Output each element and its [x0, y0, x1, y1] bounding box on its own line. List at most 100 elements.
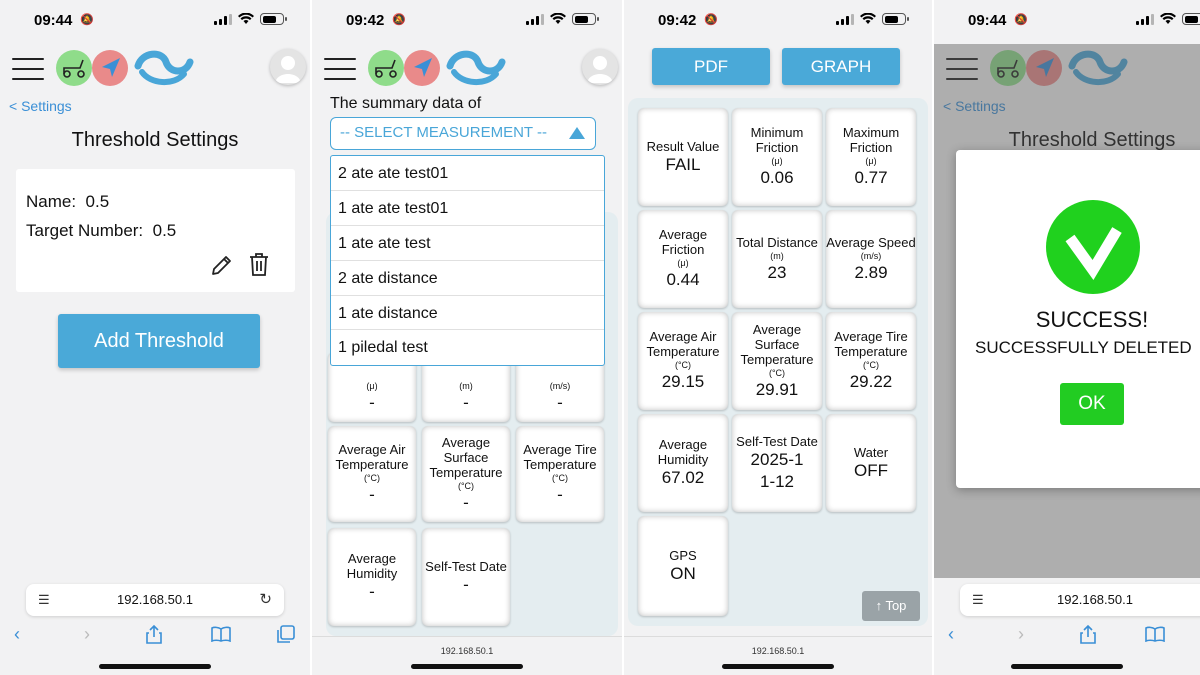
ok-button[interactable]: OK: [1060, 383, 1124, 425]
menu-icon[interactable]: [12, 58, 44, 80]
dropdown-option[interactable]: 1 piledal test: [331, 330, 604, 365]
battery-icon: [1182, 13, 1200, 25]
settings-back-link[interactable]: < Settings: [9, 98, 72, 114]
tile-avg-tire-temp: Average Tire Temperature (°C) 29.22: [826, 312, 916, 410]
tile-value: -: [463, 492, 469, 512]
tile-label: Average Surface Temperature: [429, 434, 503, 480]
pdf-button[interactable]: PDF: [652, 48, 770, 85]
tile-value: 0.44: [666, 270, 700, 289]
tile-unit: (μ): [677, 258, 689, 268]
success-dialog: SUCCESS! SUCCESSFULLY DELETED OK: [956, 150, 1200, 488]
menu-icon[interactable]: [324, 58, 356, 80]
avatar[interactable]: [582, 49, 618, 85]
tile-min-friction: Minimum Friction (μ) 0.06: [732, 108, 822, 206]
dropdown-option[interactable]: 2 ate distance: [331, 261, 604, 296]
tile-unit: (μ): [366, 381, 378, 391]
navigation-logo-icon: [92, 50, 128, 86]
tile-unit: (°C): [768, 367, 786, 378]
tile-label: GPS: [669, 547, 697, 563]
tile-value: 67.02: [661, 468, 705, 487]
graph-button[interactable]: GRAPH: [782, 48, 900, 85]
wave-logo-icon: [446, 50, 506, 85]
url-text[interactable]: 192.168.50.1: [312, 646, 622, 656]
page-title: Threshold Settings: [71, 129, 239, 151]
tile-unit: (°C): [457, 480, 475, 491]
status-bar: 09:44 🔕: [934, 0, 1200, 40]
wifi-icon: [860, 13, 876, 24]
share-icon[interactable]: [1080, 624, 1096, 644]
add-threshold-button[interactable]: Add Threshold: [58, 314, 260, 368]
threshold-target-row: Target Number: 0.5: [26, 221, 176, 241]
url-bar[interactable]: ☰ 192.168.50.1: [960, 584, 1200, 616]
battery-icon: [572, 13, 599, 25]
tile-label: Average Tire Temperature: [834, 329, 908, 359]
tile-label: Result Value: [646, 138, 720, 154]
dialog-heading: SUCCESS!: [1035, 307, 1149, 332]
share-icon[interactable]: [146, 624, 162, 644]
status-bar: 09:42 🔕: [312, 0, 622, 40]
tile-value: 29.22: [849, 372, 893, 391]
name-value: 0.5: [85, 192, 110, 211]
status-time: 09:44: [968, 12, 1007, 29]
tile-value: -: [557, 485, 563, 504]
select-arrow-icon[interactable]: [569, 127, 585, 139]
tile-gps: GPS ON: [638, 516, 728, 616]
url-bar[interactable]: ☰ 192.168.50.1 ↻: [26, 584, 284, 616]
bookmarks-icon[interactable]: [211, 626, 231, 642]
scooter-logo-icon: [56, 50, 92, 86]
threshold-card: Name: 0.5 Target Number: 0.5: [16, 169, 295, 292]
browser-toolbar: ‹ ›: [0, 618, 310, 652]
edit-pencil-icon[interactable]: [210, 253, 234, 277]
forward-arrow-icon[interactable]: ›: [84, 624, 90, 645]
tile-self-test-date: Self-Test Date 2025-11-12: [732, 414, 822, 512]
tile-value: -: [463, 393, 469, 412]
tabs-icon[interactable]: [277, 625, 295, 643]
tile-max-friction: Maximum Friction (μ) 0.77: [826, 108, 916, 206]
tile-unit: (m/s): [860, 250, 882, 261]
signal-icon: [214, 13, 232, 25]
back-arrow-icon[interactable]: ‹: [948, 624, 954, 645]
tile-avg-humidity: Average Humidity 67.02: [638, 414, 728, 512]
dropdown-option[interactable]: 1 ate ate test: [331, 226, 604, 261]
home-indicator: [99, 664, 211, 669]
tile-avg-air-temp: Average Air Temperature (°C) 29.15: [638, 312, 728, 410]
back-arrow-icon[interactable]: ‹: [14, 624, 20, 645]
bookmarks-icon[interactable]: [1145, 626, 1165, 642]
tile-value: ON: [670, 563, 696, 583]
tile-label: Average Humidity: [346, 551, 398, 581]
reader-icon[interactable]: ☰: [38, 584, 50, 616]
tile-water: Water OFF: [826, 414, 916, 512]
status-time: 09:44: [34, 12, 73, 29]
tile-unit: (m/s): [549, 381, 571, 391]
trash-icon[interactable]: [247, 251, 271, 277]
dropdown-option[interactable]: 1 ate distance: [331, 296, 604, 331]
tile-unit: (m): [770, 250, 784, 261]
tile-label: Water: [853, 444, 889, 460]
tile-label: Average Air Temperature: [335, 442, 409, 472]
tile-unit: (m): [459, 381, 473, 391]
forward-arrow-icon[interactable]: ›: [1018, 624, 1024, 645]
signal-icon: [836, 13, 854, 25]
measurement-select[interactable]: -- SELECT MEASUREMENT --: [330, 117, 596, 150]
status-bar: 09:42 🔕: [624, 0, 932, 40]
reload-icon[interactable]: ↻: [259, 584, 272, 616]
measurement-dropdown: 2 ate ate test01 1 ate ate test01 1 ate …: [330, 155, 605, 366]
tile-unit: (μ): [865, 156, 877, 166]
avatar[interactable]: [270, 49, 306, 85]
url-text: 192.168.50.1: [117, 592, 193, 607]
url-text[interactable]: 192.168.50.1: [624, 646, 932, 656]
scroll-top-button[interactable]: ↑ Top: [862, 591, 920, 621]
tile-label: Minimum Friction: [750, 125, 804, 155]
select-placeholder: -- SELECT MEASUREMENT --: [340, 124, 547, 141]
reader-icon[interactable]: ☰: [972, 584, 984, 616]
dropdown-option[interactable]: 2 ate ate test01: [331, 156, 604, 191]
tile-label: Average Air Temperature: [646, 329, 720, 359]
tile-value: 0.06: [760, 168, 794, 187]
status-time: 09:42: [658, 12, 697, 29]
tile-label: Average Speed: [826, 234, 916, 250]
tile-label: Average Humidity: [657, 437, 709, 467]
wifi-icon: [1160, 13, 1176, 24]
tile-label: Average Friction: [658, 227, 708, 257]
home-indicator: [411, 664, 523, 669]
dropdown-option[interactable]: 1 ate ate test01: [331, 191, 604, 226]
